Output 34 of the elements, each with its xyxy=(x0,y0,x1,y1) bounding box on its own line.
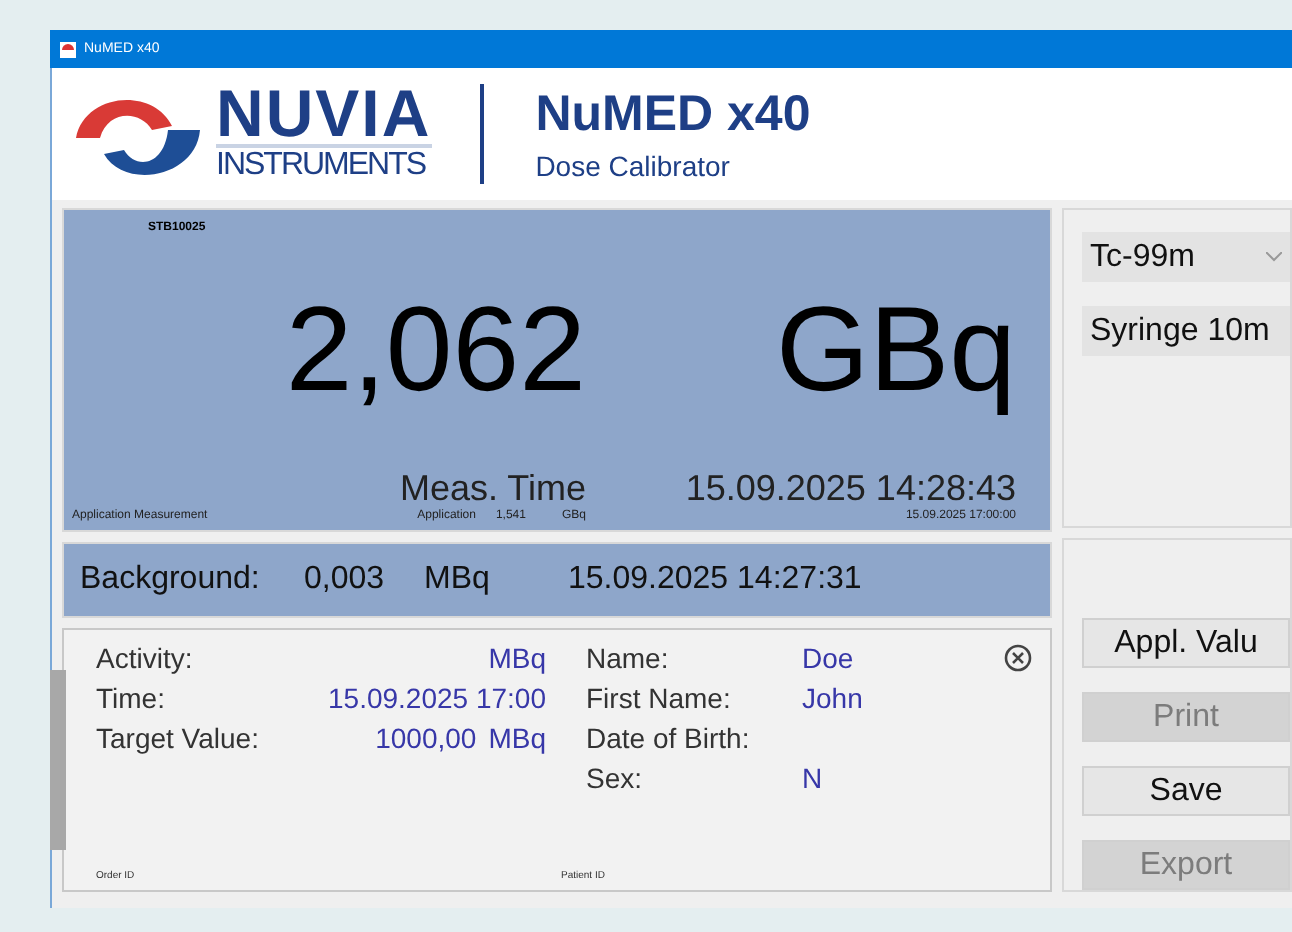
action-button[interactable]: Appl. Valu xyxy=(1082,618,1290,668)
background-unit: MBq xyxy=(424,562,492,598)
background-value: 0,003 xyxy=(304,562,387,598)
background-label: Background: xyxy=(80,562,262,598)
field-label: Target Value: xyxy=(96,722,259,754)
product-name: NuMED x40 xyxy=(535,86,811,144)
field-label: Activity: xyxy=(96,642,195,674)
activity-unit: GBq xyxy=(773,280,1016,418)
geometry-dropdown[interactable]: Syringe 10m xyxy=(1082,306,1290,356)
caret-icon xyxy=(1266,252,1283,262)
time-label: Meas. Time xyxy=(397,468,586,509)
field-value: 15.09.2025 17:00 xyxy=(326,682,546,714)
app-icon xyxy=(60,41,76,57)
measurement-time: 15.09.2025 14:28:43 xyxy=(683,468,1016,509)
action-button[interactable]: Save xyxy=(1082,766,1290,816)
field-label: Sex: xyxy=(586,762,645,794)
nuclide-dropdown[interactable]: Tc-99m xyxy=(1082,232,1290,282)
field-unit: MBq xyxy=(488,722,546,754)
field-value: N xyxy=(802,762,825,794)
background-time: 15.09.2025 14:27:31 xyxy=(568,562,862,598)
activity-value: 2,062 xyxy=(283,280,586,418)
field-label: Date of Birth: xyxy=(586,722,752,754)
product-subtitle: Dose Calibrator xyxy=(535,150,732,182)
field-value: Doe xyxy=(802,642,856,674)
side-handle[interactable] xyxy=(50,670,66,850)
field-value: John xyxy=(802,682,863,714)
close-icon[interactable] xyxy=(1002,642,1034,674)
brand-subtitle: INSTRUMENTS xyxy=(216,148,428,184)
field-label: First Name: xyxy=(586,682,733,714)
field-unit: MBq xyxy=(488,642,546,674)
field-label: Name: xyxy=(586,642,671,674)
field-value: 1000,00 xyxy=(373,722,477,754)
field-label: Time: xyxy=(96,682,167,714)
brand-name: NUVIA xyxy=(216,84,432,148)
